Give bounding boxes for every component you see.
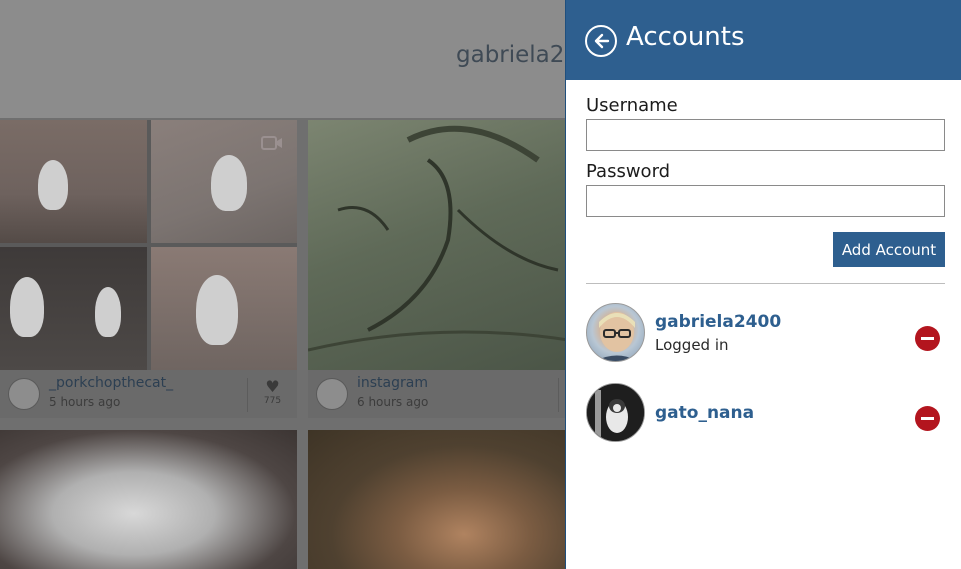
illustration bbox=[308, 125, 568, 352]
username-input[interactable] bbox=[586, 119, 945, 151]
add-account-button[interactable]: Add Account bbox=[833, 232, 945, 267]
photo-collage bbox=[0, 120, 297, 370]
feed-tile[interactable]: instagram 6 hours ago bbox=[308, 120, 568, 418]
cat-figure bbox=[211, 155, 247, 211]
like-button[interactable]: ♥ 775 bbox=[247, 378, 297, 412]
cat-figure bbox=[95, 287, 121, 337]
tile-username[interactable]: instagram bbox=[357, 375, 428, 391]
video-camera-icon bbox=[261, 135, 283, 154]
divider bbox=[558, 378, 559, 412]
cat-figure bbox=[10, 277, 44, 337]
account-item[interactable]: gabriela2400 Logged in bbox=[586, 303, 945, 363]
account-status: Logged in bbox=[655, 336, 729, 354]
account-username[interactable]: gato_nana bbox=[655, 403, 754, 423]
avatar bbox=[586, 303, 645, 362]
cat-figure bbox=[38, 160, 68, 210]
like-count: 775 bbox=[263, 396, 282, 406]
collage-photo bbox=[0, 120, 147, 243]
accounts-flyout: Accounts Username Password Add Account g… bbox=[565, 0, 961, 569]
cat-figure bbox=[196, 275, 238, 345]
heart-icon: ♥ bbox=[265, 377, 280, 396]
back-arrow-icon bbox=[594, 33, 610, 49]
flyout-header: Accounts bbox=[566, 0, 961, 80]
account-username[interactable]: gabriela2400 bbox=[655, 312, 781, 332]
divider bbox=[586, 283, 945, 284]
feed-photo bbox=[308, 430, 568, 569]
tile-timestamp: 5 hours ago bbox=[49, 395, 121, 409]
avatar[interactable] bbox=[316, 378, 348, 410]
feed-tile[interactable] bbox=[308, 430, 568, 569]
avatar-portrait bbox=[587, 384, 644, 441]
tile-footer: _porkchopthecat_ 5 hours ago ♥ 775 bbox=[0, 370, 297, 418]
avatar bbox=[586, 383, 645, 442]
remove-minus-icon[interactable] bbox=[915, 406, 940, 431]
account-item[interactable]: gato_nana bbox=[586, 383, 945, 443]
feed-tile[interactable]: _porkchopthecat_ 5 hours ago ♥ 775 bbox=[0, 120, 297, 418]
avatar-portrait bbox=[595, 312, 638, 361]
password-input[interactable] bbox=[586, 185, 945, 217]
password-label: Password bbox=[586, 161, 671, 182]
tile-timestamp: 6 hours ago bbox=[357, 395, 429, 409]
collage-photo bbox=[151, 247, 297, 370]
tile-username[interactable]: _porkchopthecat_ bbox=[49, 375, 173, 391]
collage-photo bbox=[0, 247, 147, 370]
avatar[interactable] bbox=[8, 378, 40, 410]
remove-minus-icon[interactable] bbox=[915, 326, 940, 351]
username-label: Username bbox=[586, 95, 678, 116]
flyout-title: Accounts bbox=[626, 22, 745, 52]
feed-photo bbox=[308, 120, 568, 370]
feed-tile[interactable] bbox=[0, 430, 297, 569]
tile-footer: instagram 6 hours ago bbox=[308, 370, 568, 418]
back-button[interactable] bbox=[585, 25, 617, 57]
feed-photo bbox=[0, 430, 297, 569]
profile-username: gabriela24 bbox=[456, 42, 580, 68]
